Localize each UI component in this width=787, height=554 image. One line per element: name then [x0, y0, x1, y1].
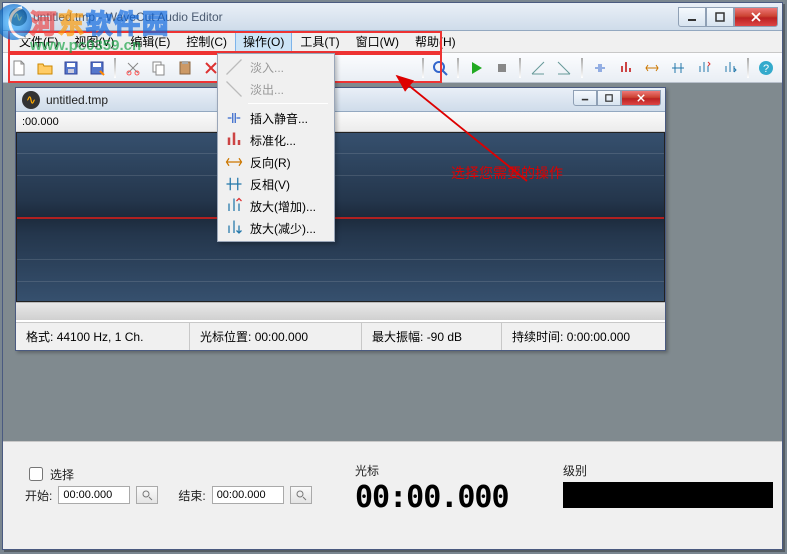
dd-normalize[interactable]: 标准化... — [220, 129, 332, 151]
dd-fade-in: 淡入... — [220, 56, 332, 78]
copy-button[interactable] — [147, 56, 171, 80]
menubar: 文件(F) 视图(V) 编辑(E) 控制(C) 操作(O) 工具(T) 窗口(W… — [3, 31, 782, 53]
bottom-panel: 选择 开始: 结束: 光标 00:00.000 级别 — [3, 441, 782, 549]
save-as-button[interactable] — [85, 56, 109, 80]
cursor-pos-label: 光标位置: — [200, 328, 251, 345]
menu-file[interactable]: 文件(F) — [11, 30, 66, 53]
format-label: 格式: — [26, 328, 53, 345]
dd-fade-out: 淡出... — [220, 78, 332, 100]
duration-label: 持续时间: — [512, 328, 563, 345]
cursor-label: 光标 — [355, 464, 379, 478]
app-icon — [9, 8, 27, 26]
invert-icon[interactable] — [666, 56, 690, 80]
start-label: 开始: — [25, 487, 52, 504]
operate-dropdown: 淡入... 淡出... 插入静音... 标准化... 反向(R) 反相(V) 放… — [217, 53, 335, 242]
dd-reverse[interactable]: 反向(R) — [220, 151, 332, 173]
window-title: untitled.tmp - WaveCut Audio Editor — [33, 10, 223, 24]
dd-insert-silence[interactable]: 插入静音... — [220, 107, 332, 129]
amp-up-icon[interactable] — [692, 56, 716, 80]
menu-help[interactable]: 帮助(H) — [407, 30, 464, 53]
menu-operate[interactable]: 操作(O) — [235, 30, 292, 53]
select-checkbox[interactable] — [29, 467, 43, 481]
new-button[interactable] — [7, 56, 31, 80]
format-value: 44100 Hz, 1 Ch. — [57, 330, 144, 344]
doc-close-button[interactable] — [621, 90, 661, 106]
fadeout-icon — [224, 81, 244, 97]
amp-down-icon[interactable] — [718, 56, 742, 80]
level-meter — [563, 482, 773, 508]
timeline-origin: :00.000 — [22, 116, 59, 128]
paste-button[interactable] — [173, 56, 197, 80]
doc-minimize-button[interactable] — [573, 90, 597, 106]
cursor-pos-value: 00:00.000 — [255, 330, 308, 344]
fadeout-icon[interactable] — [552, 56, 576, 80]
silence-icon[interactable] — [588, 56, 612, 80]
dd-invert[interactable]: 反相(V) — [220, 173, 332, 195]
minimize-button[interactable] — [678, 7, 706, 27]
cut-button[interactable] — [121, 56, 145, 80]
maximize-button[interactable] — [706, 7, 734, 27]
close-button[interactable] — [734, 7, 778, 27]
svg-text:?: ? — [763, 63, 769, 75]
invert-icon — [224, 176, 244, 192]
end-label: 结束: — [178, 487, 205, 504]
annotation-text: 选择您需要的操作 — [451, 163, 563, 183]
reverse-icon — [224, 154, 244, 170]
doc-maximize-button[interactable] — [597, 90, 621, 106]
normalize-icon[interactable] — [614, 56, 638, 80]
doc-statusbar: 格式: 44100 Hz, 1 Ch. 光标位置: 00:00.000 最大振幅… — [16, 322, 665, 350]
help-button[interactable]: ? — [754, 56, 778, 80]
menu-view[interactable]: 视图(V) — [66, 30, 122, 53]
level-label: 级别 — [563, 464, 587, 478]
amp-up-icon — [224, 198, 244, 214]
menu-control[interactable]: 控制(C) — [178, 30, 235, 53]
reverse-icon[interactable] — [640, 56, 664, 80]
doc-title: untitled.tmp — [46, 93, 108, 107]
titlebar: untitled.tmp - WaveCut Audio Editor — [3, 3, 782, 31]
select-label: 选择 — [50, 466, 74, 483]
silence-icon — [224, 110, 244, 126]
amp-down-icon — [224, 220, 244, 236]
duration-value: 0:00:00.000 — [567, 330, 630, 344]
dd-amp-down[interactable]: 放大(减少)... — [220, 217, 332, 239]
cursor-time: 00:00.000 — [355, 480, 509, 515]
horizontal-scrollbar[interactable] — [16, 302, 665, 320]
peak-label: 最大振幅: — [372, 328, 423, 345]
menu-tools[interactable]: 工具(T) — [292, 30, 347, 53]
start-input[interactable] — [58, 486, 130, 504]
end-input[interactable] — [212, 486, 284, 504]
menu-edit[interactable]: 编辑(E) — [122, 30, 178, 53]
fadein-icon — [224, 59, 244, 75]
peak-value: -90 dB — [427, 330, 462, 344]
end-goto-button[interactable] — [290, 486, 312, 504]
normalize-icon — [224, 132, 244, 148]
dd-amp-up[interactable]: 放大(增加)... — [220, 195, 332, 217]
doc-icon — [22, 91, 40, 109]
menu-window[interactable]: 窗口(W) — [348, 30, 407, 53]
open-button[interactable] — [33, 56, 57, 80]
start-goto-button[interactable] — [136, 486, 158, 504]
save-button[interactable] — [59, 56, 83, 80]
